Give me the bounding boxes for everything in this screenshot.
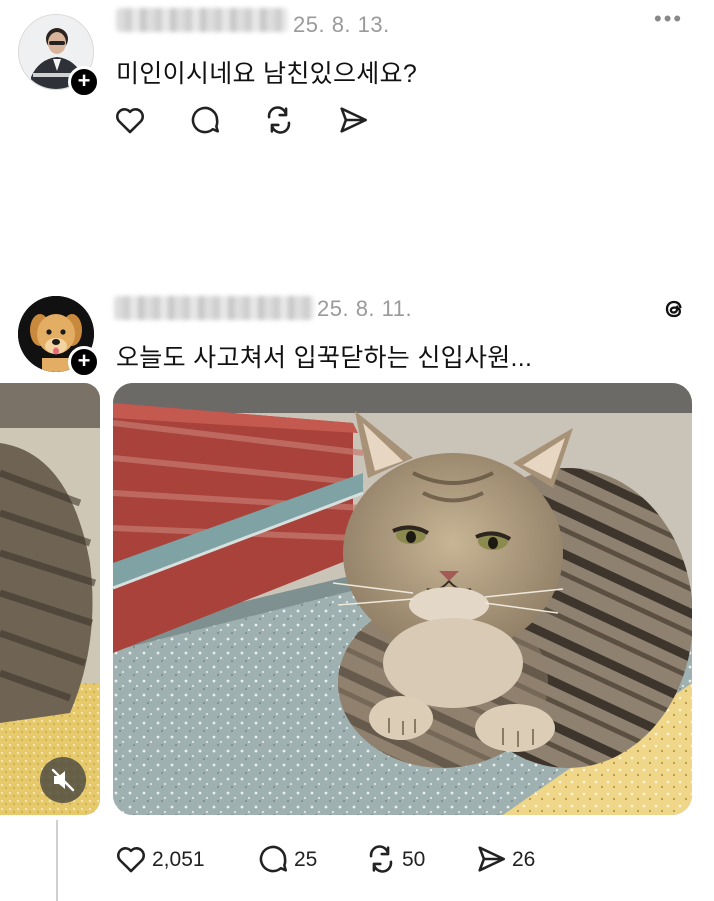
username-blurred[interactable]	[116, 8, 288, 32]
post-text: 오늘도 사고쳐서 입꾹닫하는 신입사원...	[116, 344, 533, 372]
share-icon	[478, 846, 506, 872]
comment-icon	[259, 845, 288, 873]
heart-icon	[117, 847, 145, 873]
follow-button[interactable]: +	[68, 66, 100, 98]
mute-icon[interactable]	[40, 757, 86, 803]
post-text: 미인이시네요 남친있으세요?	[116, 60, 418, 88]
thread-connector-line	[56, 820, 58, 901]
post-card-1: + 25. 8. 13. ••• 미인이시네요 남친있으세요?	[0, 0, 714, 200]
post-date: 25. 8. 13.	[293, 12, 390, 37]
repost-count: 50	[402, 848, 426, 871]
share-count: 26	[512, 848, 536, 871]
media-image-main[interactable]	[113, 383, 692, 815]
repost-icon[interactable]	[262, 103, 296, 137]
like-count: 2,051	[152, 848, 205, 871]
cat-photo-partial	[0, 383, 100, 815]
cat-photo	[113, 383, 692, 815]
comment-count: 25	[294, 848, 318, 871]
heart-icon[interactable]	[113, 103, 147, 137]
threads-logo-icon[interactable]	[660, 295, 688, 323]
repost-icon	[369, 845, 393, 873]
media-image-previous[interactable]	[0, 383, 100, 815]
follow-button[interactable]: +	[68, 346, 100, 378]
speaker-off-glyph	[51, 768, 75, 792]
more-options-icon[interactable]: •••	[654, 6, 683, 32]
post-date: 25. 8. 11.	[317, 296, 413, 321]
username-blurred[interactable]	[114, 296, 314, 320]
share-icon[interactable]	[336, 103, 370, 137]
comment-icon[interactable]	[188, 103, 222, 137]
